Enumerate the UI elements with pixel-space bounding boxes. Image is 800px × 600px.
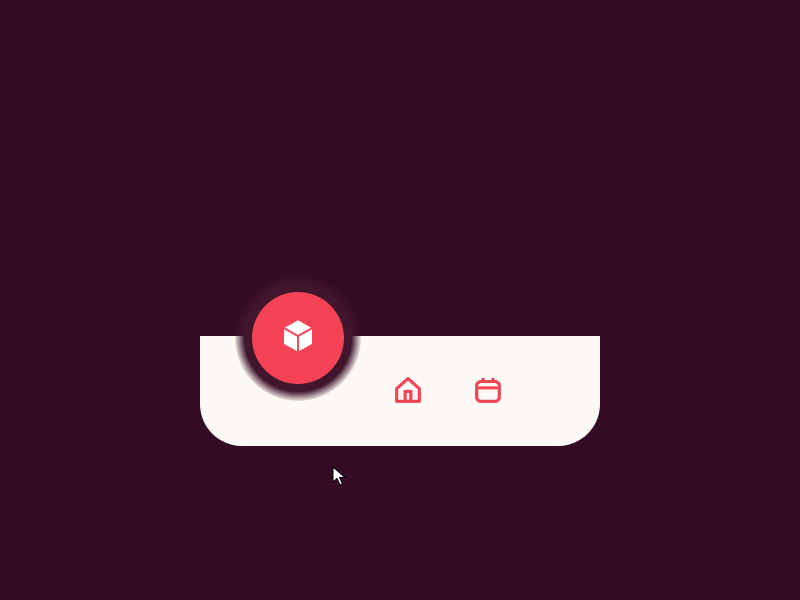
package-fab-button[interactable] (252, 292, 344, 384)
mouse-cursor-icon (332, 466, 348, 488)
home-icon (391, 373, 425, 412)
calendar-icon (471, 373, 505, 412)
nav-home-button[interactable] (390, 374, 426, 410)
nav-calendar-button[interactable] (470, 374, 506, 410)
package-icon (277, 315, 319, 362)
